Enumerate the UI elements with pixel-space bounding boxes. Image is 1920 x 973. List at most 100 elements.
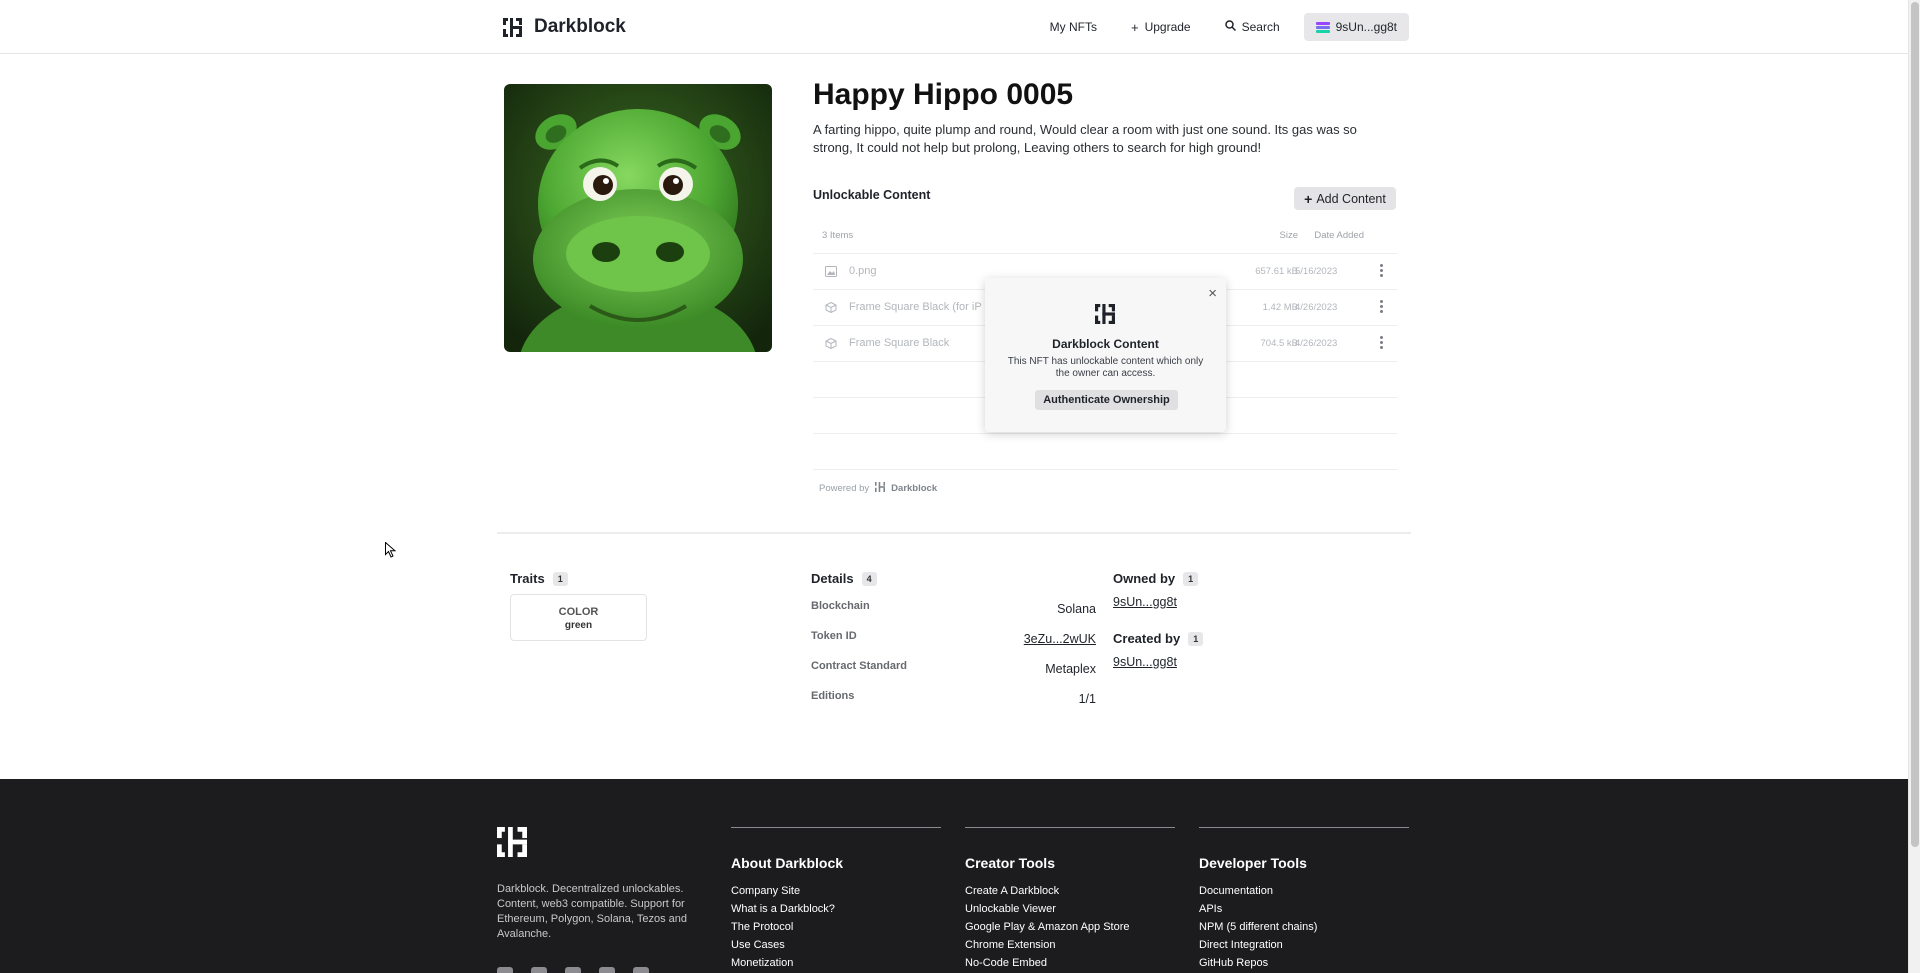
detail-label: Blockchain bbox=[811, 600, 870, 612]
page-scrollbar[interactable] bbox=[1908, 0, 1920, 973]
close-icon[interactable]: × bbox=[1208, 286, 1217, 301]
darkblock-logo-icon[interactable] bbox=[497, 827, 527, 862]
trait-type: COLOR bbox=[558, 606, 599, 618]
nav-search[interactable]: Search bbox=[1215, 14, 1290, 40]
details-count-badge: 4 bbox=[861, 571, 877, 586]
detail-row-contract-standard: Contract Standard Metaplex bbox=[811, 660, 1096, 678]
darkblock-logo-icon bbox=[503, 17, 522, 37]
detail-row-token-id: Token ID 3eZu...2wUK bbox=[811, 630, 1096, 648]
detail-row-editions: Editions 1/1 bbox=[811, 690, 1096, 708]
file-size: 657.61 kB bbox=[1255, 266, 1298, 277]
file-name: Frame Square Black (for iP bbox=[849, 301, 982, 313]
youtube-icon[interactable] bbox=[599, 967, 615, 973]
search-icon bbox=[1224, 20, 1236, 34]
popup-title: Darkblock Content bbox=[1052, 337, 1159, 351]
trait-card: COLOR green bbox=[510, 594, 647, 641]
footer-link[interactable]: GitHub Repos bbox=[1199, 954, 1409, 972]
footer-link[interactable]: Monetization bbox=[731, 954, 941, 972]
footer-link[interactable]: NPM (5 different chains) bbox=[1199, 918, 1409, 936]
file-date: 4/26/2023 bbox=[1295, 338, 1338, 349]
add-content-label: Add Content bbox=[1316, 191, 1386, 206]
footer-link[interactable]: The Protocol bbox=[731, 918, 941, 936]
detail-value: Solana bbox=[1057, 602, 1096, 616]
creator-address-link[interactable]: 9sUn...gg8t bbox=[1113, 655, 1177, 669]
section-divider bbox=[497, 532, 1411, 534]
unlockable-content-heading: Unlockable Content bbox=[813, 188, 931, 202]
powered-by-brand: Darkblock bbox=[891, 483, 938, 494]
footer-link[interactable]: Chrome Extension bbox=[965, 936, 1175, 954]
date-column-header[interactable]: Date Added bbox=[1296, 230, 1364, 241]
trait-value: green bbox=[564, 620, 593, 631]
discord-icon[interactable] bbox=[497, 967, 513, 973]
nav-upgrade-label: Upgrade bbox=[1144, 20, 1191, 34]
traits-heading: Traits 1 bbox=[510, 571, 568, 586]
github-icon[interactable] bbox=[633, 967, 649, 973]
footer-link[interactable]: Documentation bbox=[1199, 882, 1409, 900]
plus-icon: + bbox=[1130, 19, 1139, 35]
size-column-header[interactable]: Size bbox=[1266, 230, 1298, 241]
footer: Darkblock. Decentralized unlockables. Co… bbox=[0, 779, 1908, 973]
footer-column-creator-tools: Creator Tools Create A Darkblock Unlocka… bbox=[965, 827, 1175, 972]
footer-about-text: Darkblock. Decentralized unlockables. Co… bbox=[497, 883, 687, 940]
twitter-icon[interactable] bbox=[565, 967, 581, 973]
add-content-button[interactable]: + Add Content bbox=[1294, 187, 1396, 210]
owner-address-link[interactable]: 9sUn...gg8t bbox=[1113, 595, 1177, 609]
scrollbar-thumb[interactable] bbox=[1911, 2, 1919, 847]
table-header: 3 Items Size Date Added bbox=[813, 225, 1397, 254]
owned-count-badge: 1 bbox=[1183, 571, 1199, 586]
footer-link[interactable]: What is a Darkblock? bbox=[731, 900, 941, 918]
medium-icon[interactable] bbox=[531, 967, 547, 973]
footer-link[interactable]: Create A Darkblock bbox=[965, 882, 1175, 900]
nft-image bbox=[504, 84, 772, 352]
traits-count-badge: 1 bbox=[552, 571, 568, 586]
top-header: Darkblock My NFTs + Upgrade Search 9sUn.… bbox=[0, 0, 1908, 54]
darkblock-logo-icon bbox=[1095, 304, 1115, 329]
popup-text: This NFT has unlockable content which on… bbox=[1007, 356, 1204, 379]
footer-link[interactable]: APIs bbox=[1199, 900, 1409, 918]
details-title: Details bbox=[811, 571, 854, 586]
footer-column-title: About Darkblock bbox=[731, 855, 844, 871]
nav-search-label: Search bbox=[1241, 20, 1280, 34]
social-links bbox=[497, 967, 649, 973]
file-size: 1.42 MB bbox=[1262, 302, 1298, 313]
image-icon bbox=[825, 266, 837, 277]
nav-upgrade[interactable]: + Upgrade bbox=[1121, 14, 1201, 41]
footer-link[interactable]: Google Play & Amazon App Store bbox=[965, 918, 1175, 936]
detail-value: 1/1 bbox=[1078, 692, 1096, 706]
file-date: 5/16/2023 bbox=[1295, 266, 1338, 277]
more-options-icon[interactable] bbox=[1378, 264, 1384, 280]
items-count: 3 Items bbox=[822, 230, 854, 241]
nav-my-nfts[interactable]: My NFTs bbox=[1040, 14, 1107, 40]
created-by-heading: Created by 1 bbox=[1113, 631, 1204, 646]
cube-icon bbox=[825, 337, 837, 350]
created-by-title: Created by bbox=[1113, 631, 1181, 646]
footer-link[interactable]: Use Cases bbox=[731, 936, 941, 954]
powered-by-label: Powered by bbox=[819, 483, 870, 494]
wallet-button[interactable]: 9sUn...gg8t bbox=[1303, 13, 1409, 41]
footer-column-title: Developer Tools bbox=[1199, 855, 1307, 871]
main-nav: My NFTs + Upgrade Search 9sUn...gg8t bbox=[1040, 13, 1409, 41]
footer-link[interactable]: Company Site bbox=[731, 882, 941, 900]
wallet-address: 9sUn...gg8t bbox=[1335, 20, 1397, 34]
more-options-icon[interactable] bbox=[1378, 300, 1384, 316]
nft-description: A farting hippo, quite plump and round, … bbox=[813, 122, 1357, 155]
brand-name: Darkblock bbox=[534, 16, 626, 37]
owned-by-title: Owned by bbox=[1113, 571, 1176, 586]
footer-link[interactable]: Direct Integration bbox=[1199, 936, 1409, 954]
owned-by-heading: Owned by 1 bbox=[1113, 571, 1199, 586]
darkblock-content-popup: × Darkblock Content This NFT has unlocka… bbox=[985, 278, 1226, 432]
authenticate-ownership-button[interactable]: Authenticate Ownership bbox=[1035, 390, 1178, 410]
footer-link[interactable]: Unlockable Viewer bbox=[965, 900, 1175, 918]
footer-column-about: About Darkblock Company Site What is a D… bbox=[731, 827, 941, 972]
nav-my-nfts-label: My NFTs bbox=[1049, 20, 1097, 34]
darkblock-logo-icon bbox=[875, 482, 886, 495]
token-id-link[interactable]: 3eZu...2wUK bbox=[1024, 632, 1096, 646]
created-count-badge: 1 bbox=[1188, 631, 1204, 646]
details-heading: Details 4 bbox=[811, 571, 877, 586]
brand-link[interactable]: Darkblock bbox=[503, 16, 626, 38]
detail-label: Contract Standard bbox=[811, 660, 907, 672]
file-name: Frame Square Black bbox=[849, 337, 950, 349]
more-options-icon[interactable] bbox=[1378, 336, 1384, 352]
solana-icon bbox=[1315, 21, 1330, 33]
footer-link[interactable]: No-Code Embed bbox=[965, 954, 1175, 972]
